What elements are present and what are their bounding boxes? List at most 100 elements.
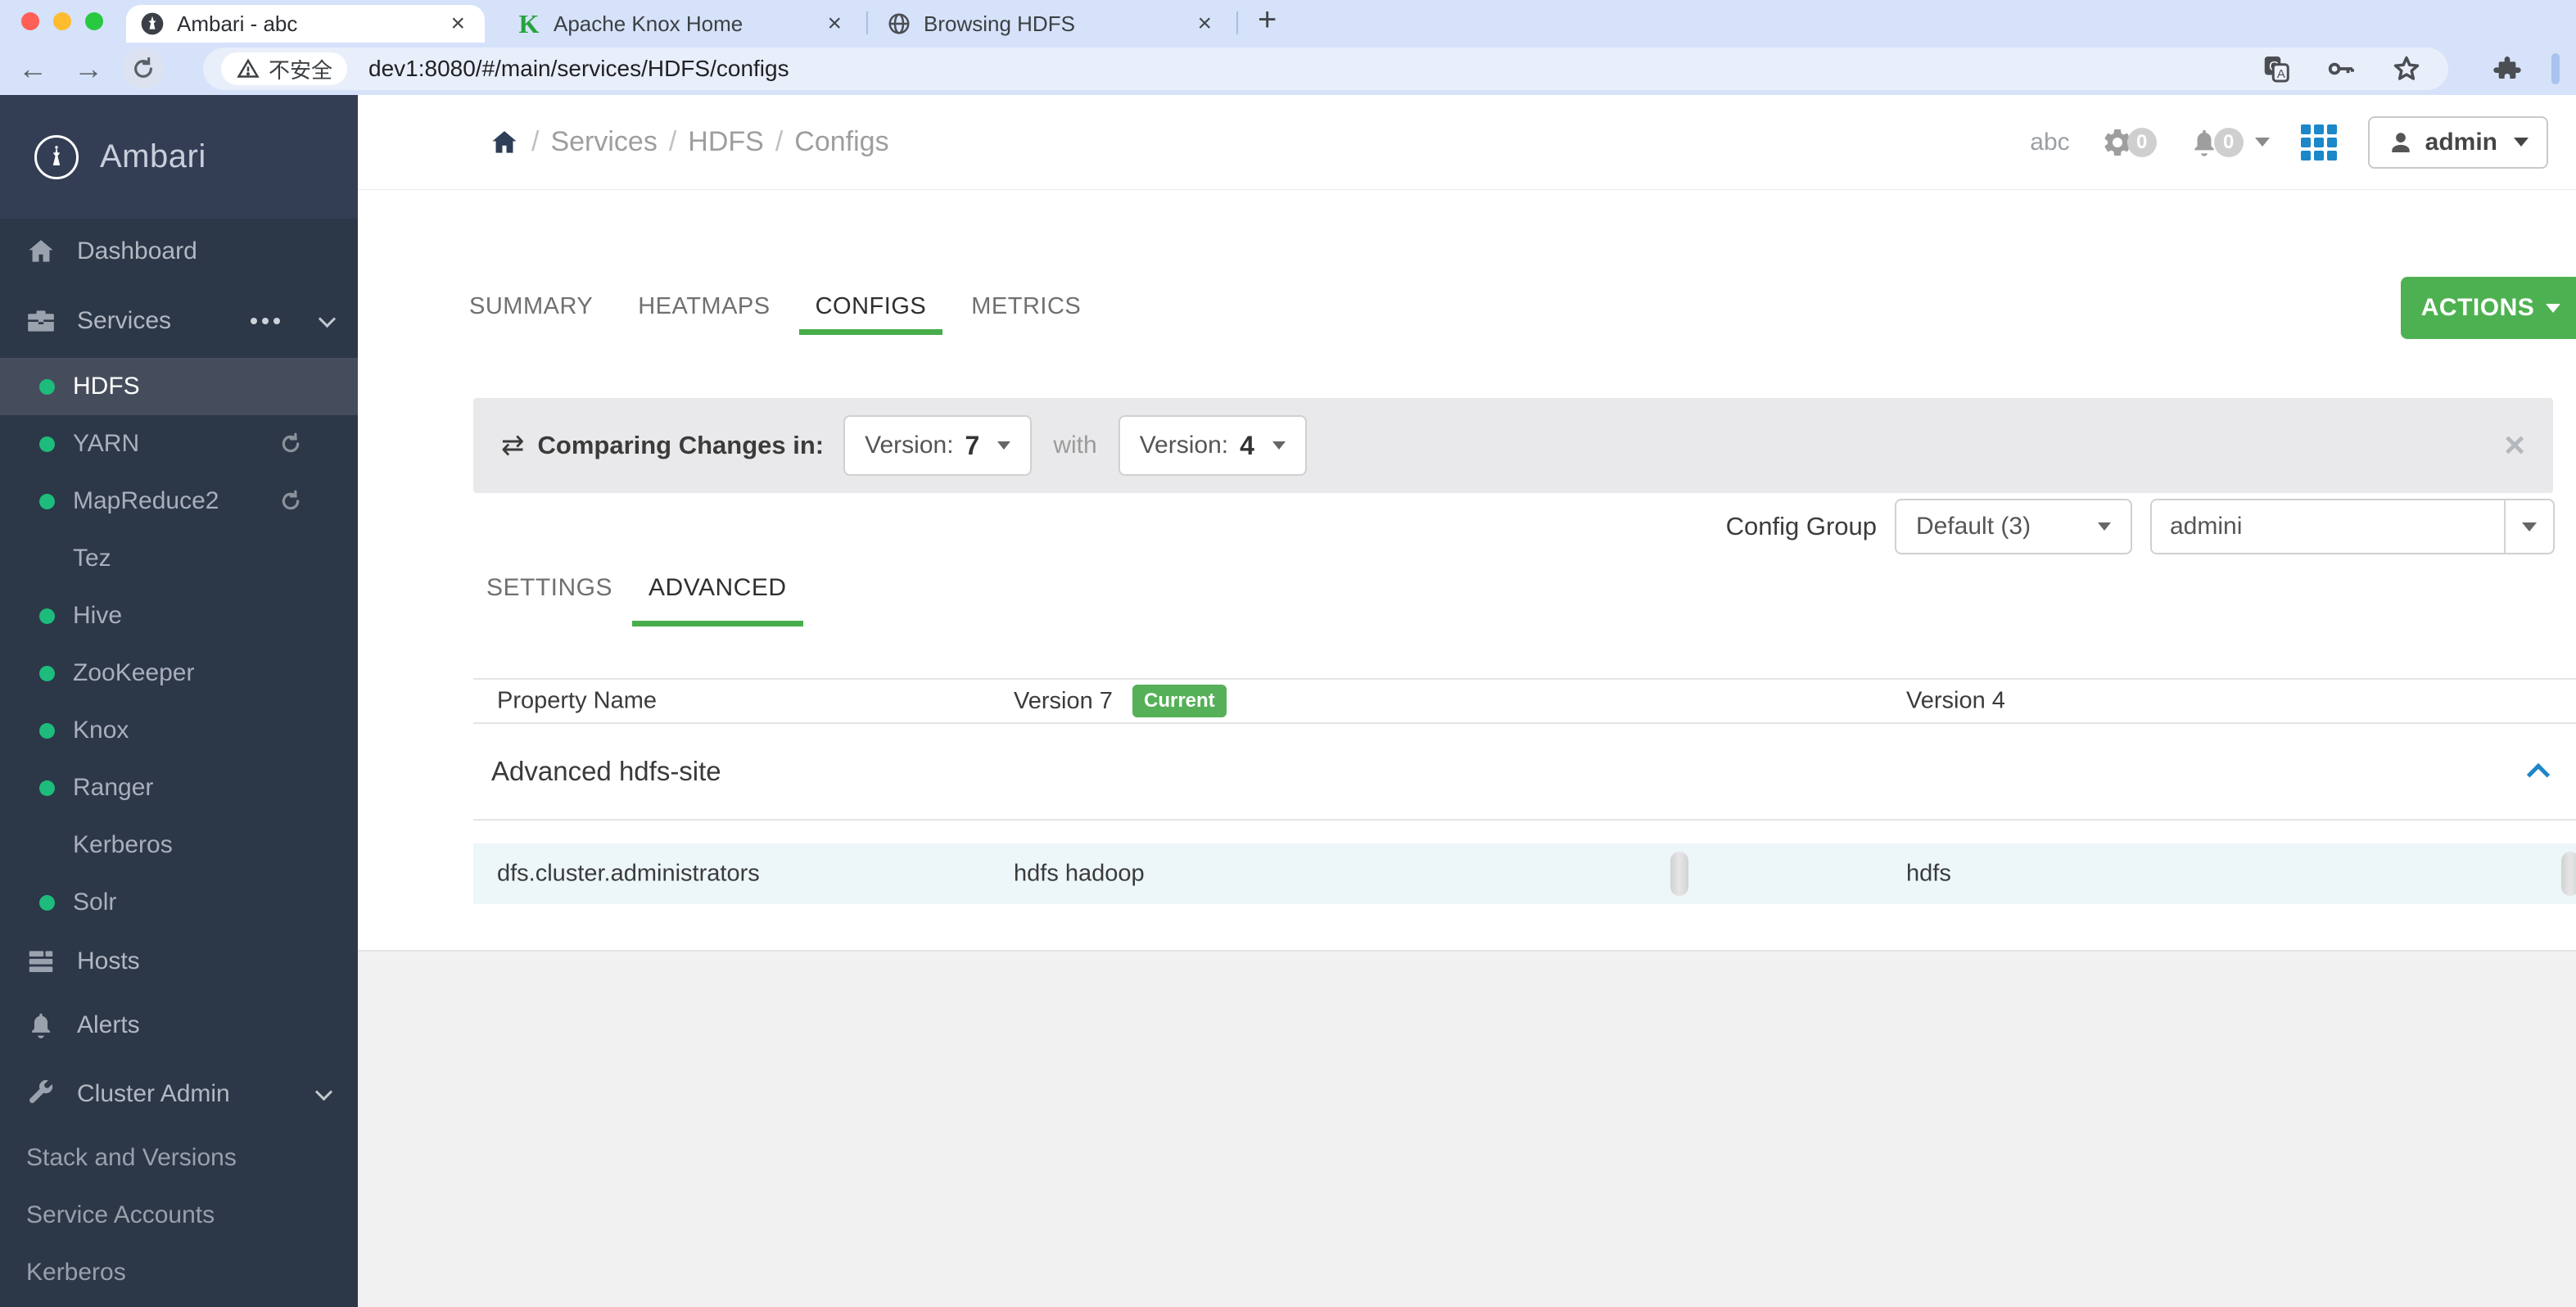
home-icon xyxy=(25,236,57,267)
close-compare-icon[interactable]: × xyxy=(2504,427,2525,464)
tab-metrics[interactable]: METRICS xyxy=(955,288,1097,335)
filter-dropdown-toggle[interactable] xyxy=(2504,500,2553,553)
scrollbar-thumb[interactable] xyxy=(2561,852,2576,896)
url-text[interactable]: dev1:8080/#/main/services/HDFS/configs xyxy=(368,56,2262,82)
sidebar-item-dashboard[interactable]: Dashboard xyxy=(0,219,358,284)
sidebar-service-tez[interactable]: Tez xyxy=(0,530,358,587)
translate-icon[interactable]: GA xyxy=(2262,54,2291,84)
sidebar-item-label: Cluster Admin xyxy=(77,1080,230,1107)
section-header-row[interactable]: Advanced hdfs-site xyxy=(473,724,2576,821)
current-badge: Current xyxy=(1132,685,1227,717)
sidebar-service-hdfs[interactable]: HDFS xyxy=(0,358,358,415)
reload-button[interactable] xyxy=(123,48,164,89)
forward-button[interactable]: → xyxy=(70,52,106,86)
column-version4: Version 4 xyxy=(1906,687,2005,714)
table-row: dfs.cluster.administrators hdfs hadoop h… xyxy=(473,843,2576,904)
sidebar-item-label: Alerts xyxy=(77,1011,140,1038)
sidebar-service-yarn[interactable]: YARN xyxy=(0,415,358,473)
version-left-dropdown[interactable]: Version: 7 xyxy=(843,415,1033,476)
browser-tab-knox[interactable]: Apache Knox Home × xyxy=(503,5,861,43)
background-ops-control[interactable]: 0 xyxy=(2101,126,2157,159)
sidebar-item-label: Kerberos xyxy=(26,1259,126,1286)
sidebar-service-mapreduce2[interactable]: MapReduce2 xyxy=(0,473,358,530)
tab-settings[interactable]: SETTINGS xyxy=(470,570,629,626)
browser-tab-ambari[interactable]: Ambari - abc × xyxy=(126,5,485,43)
address-bar[interactable]: 不安全 dev1:8080/#/main/services/HDFS/confi… xyxy=(203,47,2448,90)
status-dot xyxy=(39,894,55,911)
tab-title: Ambari - abc xyxy=(177,11,298,36)
chevron-down-icon[interactable] xyxy=(318,310,337,328)
version-value: 4 xyxy=(1240,430,1254,460)
sidebar-item-cluster-admin[interactable]: Cluster Admin xyxy=(0,1059,358,1129)
actions-label: ACTIONS xyxy=(2420,294,2535,321)
ops-count-badge: 0 xyxy=(2126,127,2157,157)
alerts-control[interactable]: 0 xyxy=(2188,126,2270,159)
config-group-value: Default (3) xyxy=(1916,513,2031,540)
sidebar-item-alerts[interactable]: Alerts xyxy=(0,992,358,1059)
status-dot xyxy=(39,780,55,796)
sidebar-item-services[interactable]: Services xyxy=(0,284,358,358)
breadcrumb-services[interactable]: Services xyxy=(550,126,657,158)
service-label: Ranger xyxy=(73,774,154,801)
tab-configs[interactable]: CONFIGS xyxy=(798,288,943,335)
filter-input[interactable] xyxy=(2152,500,2504,553)
user-menu-button[interactable]: admin xyxy=(2367,115,2548,169)
sidebar-item-label: Dashboard xyxy=(77,237,197,265)
side-panel-icon[interactable] xyxy=(2551,53,2560,84)
cluster-name: abc xyxy=(2030,128,2070,156)
breadcrumb-hdfs[interactable]: HDFS xyxy=(688,126,764,158)
views-grid-icon[interactable] xyxy=(2300,124,2337,161)
screen: Ambari - abc × Apache Knox Home × Browsi… xyxy=(0,0,2576,1307)
sidebar-item-hosts[interactable]: Hosts xyxy=(0,931,358,992)
maximize-window-button[interactable] xyxy=(85,12,103,30)
restart-required-icon xyxy=(278,488,304,514)
actions-button[interactable]: ACTIONS xyxy=(2401,277,2576,339)
extensions-icon[interactable] xyxy=(2491,52,2524,85)
caret-down-icon xyxy=(2254,138,2270,147)
minimize-window-button[interactable] xyxy=(53,12,71,30)
breadcrumb-configs: Configs xyxy=(794,126,889,157)
page-header: / Services / HDFS / Configs abc 0 0 admi… xyxy=(358,95,2576,190)
close-tab-icon[interactable]: × xyxy=(1192,10,1217,38)
chevron-down-icon[interactable] xyxy=(314,1083,333,1101)
ambari-logo-icon xyxy=(34,134,79,179)
browser-toolbar: ← → 不安全 dev1:8080/#/main/services/HDFS/c… xyxy=(0,43,2576,95)
tab-summary[interactable]: SUMMARY xyxy=(453,288,609,335)
more-icon[interactable] xyxy=(251,318,280,324)
hosts-icon xyxy=(25,946,57,977)
tab-separator xyxy=(866,11,868,34)
tab-advanced[interactable]: ADVANCED xyxy=(632,570,803,626)
sidebar-service-solr[interactable]: Solr xyxy=(0,874,358,931)
browser-tab-hdfs[interactable]: Browsing HDFS × xyxy=(873,5,1232,43)
security-chip[interactable]: 不安全 xyxy=(221,52,348,85)
bookmark-star-icon[interactable] xyxy=(2391,53,2422,84)
close-tab-icon[interactable]: × xyxy=(445,10,470,38)
sidebar-service-knox[interactable]: Knox xyxy=(0,702,358,759)
user-icon xyxy=(2391,132,2410,152)
tab-heatmaps[interactable]: HEATMAPS xyxy=(621,288,786,335)
new-tab-button[interactable]: + xyxy=(1258,3,1277,36)
back-button[interactable]: ← xyxy=(15,52,51,86)
close-tab-icon[interactable]: × xyxy=(822,10,847,38)
scrollbar-thumb[interactable] xyxy=(1670,852,1688,896)
sidebar-item-stack-and-versions[interactable]: Stack and Versions xyxy=(0,1129,358,1187)
sidebar-service-hive[interactable]: Hive xyxy=(0,587,358,644)
version4-value-cell[interactable]: hdfs xyxy=(1906,861,1951,888)
version7-value-cell[interactable]: hdfs hadoop xyxy=(1014,861,1145,888)
config-group-dropdown[interactable]: Default (3) xyxy=(1895,499,2132,554)
version-right-dropdown[interactable]: Version: 4 xyxy=(1118,415,1307,476)
home-icon[interactable] xyxy=(489,127,520,158)
passwords-key-icon[interactable] xyxy=(2325,53,2357,84)
ambari-brand[interactable]: Ambari xyxy=(0,95,358,219)
sidebar-service-kerberos[interactable]: Kerberos xyxy=(0,816,358,874)
sidebar-service-zookeeper[interactable]: ZooKeeper xyxy=(0,644,358,702)
sidebar-item-service-accounts[interactable]: Service Accounts xyxy=(0,1187,358,1244)
close-window-button[interactable] xyxy=(21,12,39,30)
sidebar-item-label: Stack and Versions xyxy=(26,1144,237,1171)
chevron-up-icon[interactable] xyxy=(2526,762,2551,787)
sidebar-item-kerberos-admin[interactable]: Kerberos xyxy=(0,1244,358,1301)
caret-down-icon xyxy=(1272,441,1286,450)
sidebar-service-ranger[interactable]: Ranger xyxy=(0,759,358,816)
breadcrumb-separator: / xyxy=(775,126,784,157)
sidebar-item-label: Service Accounts xyxy=(26,1201,215,1228)
